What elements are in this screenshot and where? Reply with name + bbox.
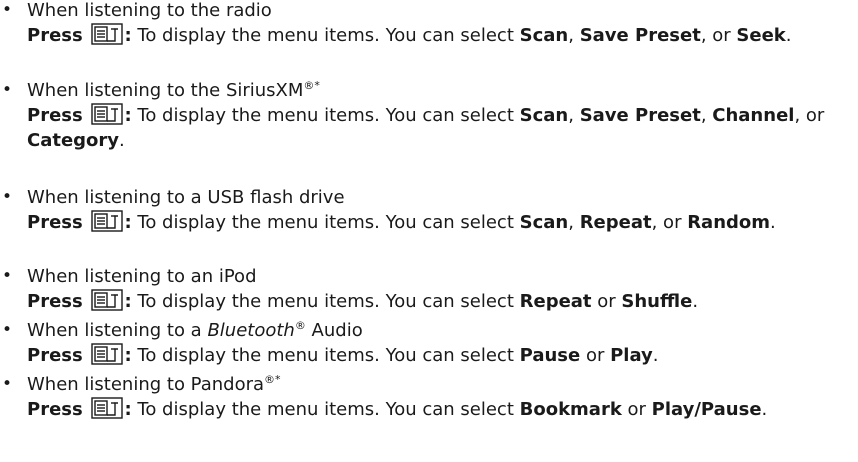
menu-option-final: Random xyxy=(687,212,771,233)
instruction-text: Press : To display the menu items. You c… xyxy=(27,397,852,422)
condition-sup: ® xyxy=(294,319,306,332)
condition-label: When listening to Pandora xyxy=(27,374,265,395)
instruction-description: To display the menu items. You can selec… xyxy=(137,105,514,126)
menu-option: Save Preset xyxy=(579,105,701,126)
period: . xyxy=(692,291,699,312)
bullet-icon: • xyxy=(2,374,13,394)
instruction-description: To display the menu items. You can selec… xyxy=(137,399,514,420)
period: . xyxy=(785,25,792,46)
condition-text: When listening to the SiriusXM®* xyxy=(27,78,852,103)
menu-option: Bookmark xyxy=(519,399,622,420)
menu-option: Pause xyxy=(519,345,581,366)
condition-text: When listening to an iPod xyxy=(27,264,852,289)
bullet-icon: • xyxy=(2,80,13,100)
bullet-icon: • xyxy=(2,266,13,286)
menu-option-final: Seek xyxy=(736,25,786,46)
menu-option-final: Category xyxy=(27,130,120,151)
separator: or xyxy=(621,399,652,420)
menu-button-icon xyxy=(91,289,124,311)
menu-button-icon xyxy=(91,210,124,232)
instruction-description: To display the menu items. You can selec… xyxy=(137,345,514,366)
menu-option-final: Play/Pause xyxy=(651,399,762,420)
condition-text: When listening to the radio xyxy=(27,0,852,23)
press-label: Press xyxy=(27,291,83,312)
menu-option: Channel xyxy=(712,105,795,126)
list-item-body: When listening to a USB flash drive Press… xyxy=(27,185,852,235)
manual-page: • When listening to the radio Press : To d… xyxy=(0,0,858,462)
period: . xyxy=(119,130,125,151)
menu-button-icon xyxy=(91,23,124,45)
separator: or xyxy=(580,345,611,366)
list-item-body: When listening to the radio Press : To di… xyxy=(27,0,852,48)
separator: , or xyxy=(651,212,688,233)
instruction-text: Press : To display the menu items. You c… xyxy=(27,289,852,314)
condition-suffix: ®* xyxy=(303,79,320,92)
condition-tail: Audio xyxy=(305,320,363,341)
separator: , xyxy=(568,105,580,126)
condition-prefix: When listening to a xyxy=(27,320,208,341)
colon: : xyxy=(124,25,132,46)
separator: or xyxy=(591,291,622,312)
period: . xyxy=(770,212,776,233)
condition-italic: Bluetooth xyxy=(207,320,295,341)
colon: : xyxy=(124,212,132,233)
period: . xyxy=(652,345,659,366)
instruction-text: Press : To display the menu items. You c… xyxy=(27,23,852,48)
press-label: Press xyxy=(27,105,83,126)
condition-label: When listening to a USB flash drive xyxy=(27,187,345,208)
separator: , xyxy=(568,25,580,46)
instruction-text: Press : To display the menu items. You c… xyxy=(27,343,852,368)
menu-button-icon xyxy=(91,343,124,365)
condition-suffix: ®* xyxy=(264,373,281,386)
separator: , xyxy=(700,105,713,126)
bullet-icon: • xyxy=(2,0,13,20)
press-label: Press xyxy=(27,212,83,233)
menu-option-final: Shuffle xyxy=(621,291,693,312)
menu-option: Scan xyxy=(519,105,569,126)
bullet-icon: • xyxy=(2,320,13,340)
separator: , or xyxy=(794,105,825,126)
press-label: Press xyxy=(27,345,83,366)
menu-option: Repeat xyxy=(519,291,592,312)
menu-button-icon xyxy=(91,103,124,125)
list-item-body: When listening to a Bluetooth® Audio Pres… xyxy=(27,318,852,368)
instruction-text: Press : To display the menu items. You c… xyxy=(27,210,852,235)
list-item-body: When listening to an iPod Press : To disp… xyxy=(27,264,852,314)
condition-label: When listening to the radio xyxy=(27,0,272,21)
menu-option: Scan xyxy=(519,212,569,233)
press-label: Press xyxy=(27,25,83,46)
menu-option-final: Play xyxy=(610,345,653,366)
bullet-icon: • xyxy=(2,187,13,207)
separator: , or xyxy=(700,25,737,46)
colon: : xyxy=(124,291,132,312)
condition-text: When listening to Pandora®* xyxy=(27,372,852,397)
instruction-description: To display the menu items. You can selec… xyxy=(137,212,514,233)
condition-label: When listening to an iPod xyxy=(27,266,257,287)
menu-button-icon xyxy=(91,397,124,419)
menu-option: Scan xyxy=(519,25,569,46)
separator: , xyxy=(568,212,580,233)
menu-option: Save Preset xyxy=(579,25,701,46)
menu-option: Repeat xyxy=(579,212,652,233)
period: . xyxy=(761,399,768,420)
instruction-description: To display the menu items. You can selec… xyxy=(137,291,514,312)
condition-label: When listening to the SiriusXM xyxy=(27,80,304,101)
condition-text: When listening to a USB flash drive xyxy=(27,185,852,210)
list-item-body: When listening to Pandora®* Press : To di… xyxy=(27,372,852,422)
colon: : xyxy=(124,105,132,126)
instruction-text: Press : To display the menu items. You c… xyxy=(27,103,852,153)
list-item-body: When listening to the SiriusXM®* Press : … xyxy=(27,78,852,153)
colon: : xyxy=(124,399,132,420)
press-label: Press xyxy=(27,399,83,420)
instruction-description: To display the menu items. You can selec… xyxy=(137,25,514,46)
colon: : xyxy=(124,345,132,366)
condition-text: When listening to a Bluetooth® Audio xyxy=(27,318,852,343)
